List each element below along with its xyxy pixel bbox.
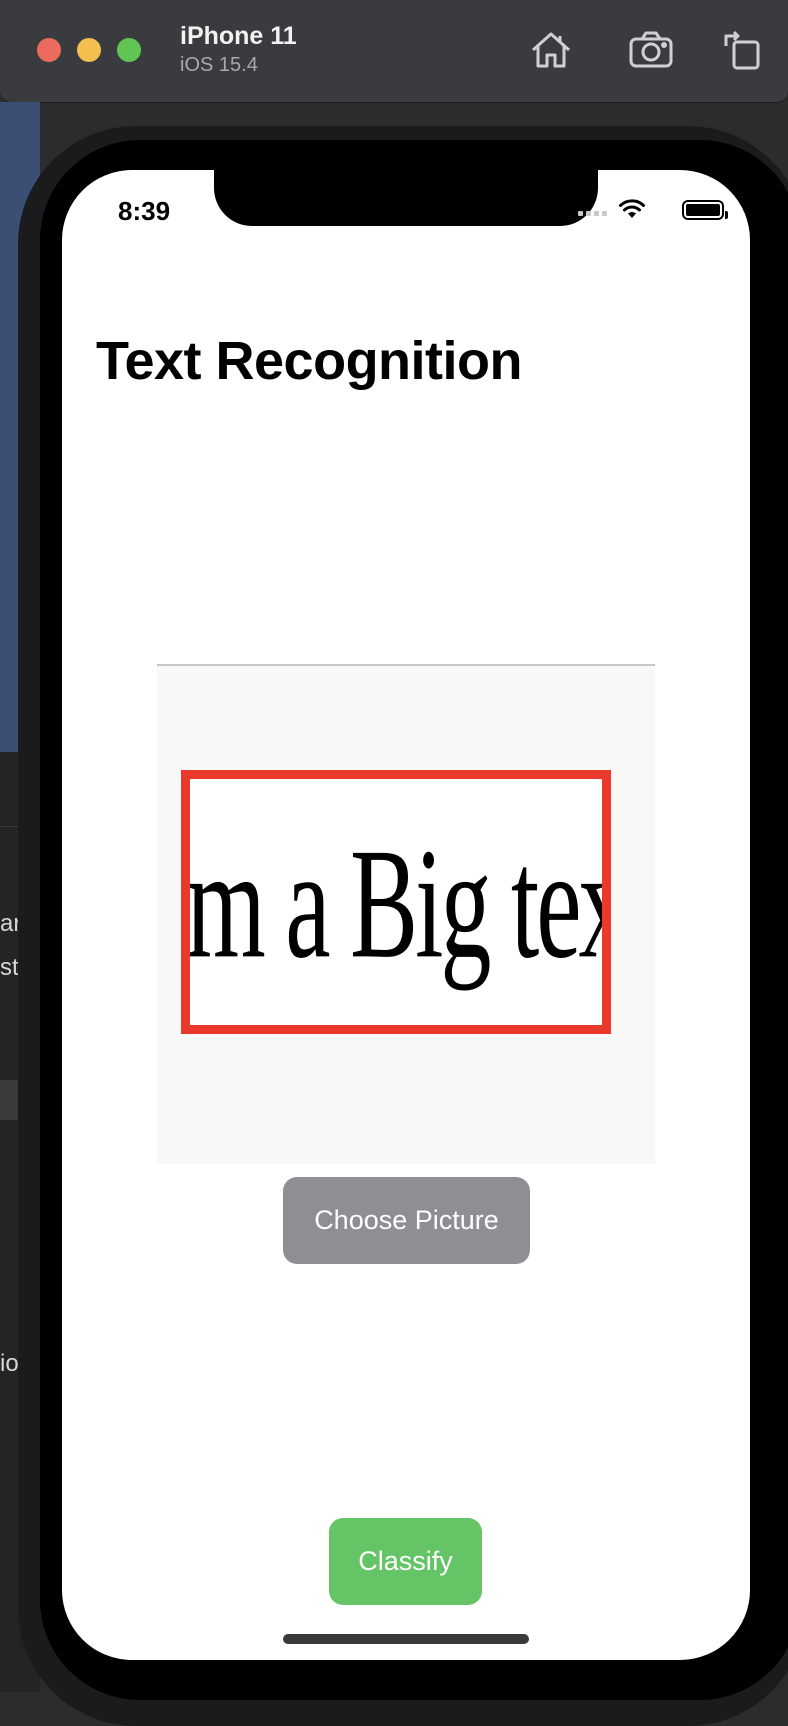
rotate-icon[interactable] [718,26,766,74]
cellular-signal-icon [578,210,610,216]
screenshot-icon[interactable] [627,26,675,74]
selected-picture: I'm a Big text [157,666,655,1164]
os-version: iOS 15.4 [180,54,258,76]
simulator-titlebar: iPhone 11 iOS 15.4 [0,0,788,103]
minimize-window-button[interactable] [77,38,101,62]
notch [214,170,598,226]
zoom-window-button[interactable] [117,38,141,62]
status-icons [564,198,728,225]
picture-content: I'm a Big text [181,770,611,1034]
phone-screen: 8:39 Text Recognition I'm a Big text Cho… [62,170,750,1660]
home-indicator[interactable] [283,1634,529,1644]
picture-text: I'm a Big text [186,816,602,992]
wifi-icon [618,198,646,225]
home-icon[interactable] [527,26,575,74]
desktop-selected-row [0,1080,20,1120]
device-name: iPhone 11 [180,22,297,50]
close-window-button[interactable] [37,38,61,62]
battery-icon [682,200,728,220]
classify-button[interactable]: Classify [329,1518,482,1605]
status-time: 8:39 [118,196,171,226]
desktop-text-fragment: io [0,1350,19,1377]
desktop-text-fragment: st [0,954,19,981]
choose-picture-button[interactable]: Choose Picture [283,1177,530,1264]
page-title: Text Recognition [96,331,523,391]
